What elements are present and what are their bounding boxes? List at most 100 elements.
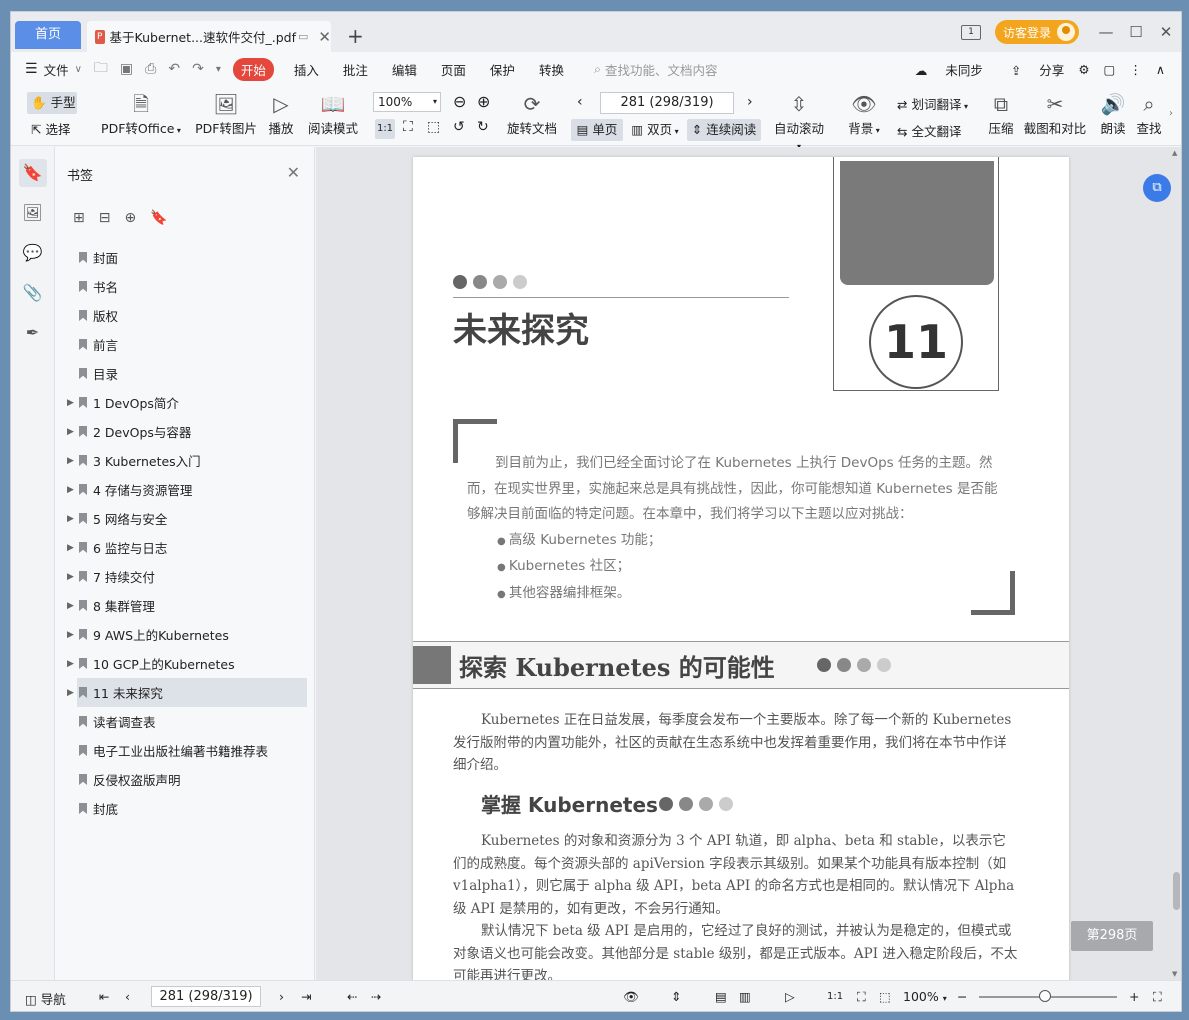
home-tab[interactable]: 首页: [15, 21, 81, 49]
status-page-input[interactable]: 281 (298/319): [151, 986, 261, 1007]
settings-gear-icon[interactable]: ⚙: [1078, 62, 1089, 77]
read-mode-button[interactable]: 📖 阅读模式: [307, 92, 359, 137]
bookmark-item[interactable]: ▶ 3 Kubernetes入门: [55, 446, 315, 475]
thumbnail-panel-icon[interactable]: 🖼: [19, 199, 47, 227]
bookmark-item[interactable]: 版权: [55, 301, 315, 330]
minimize-icon[interactable]: —: [1091, 23, 1121, 41]
vertical-scrollbar[interactable]: ▲ ▼: [1171, 147, 1181, 980]
bookmark-item[interactable]: ▶ 7 持续交付: [55, 562, 315, 591]
bookmark-item[interactable]: ▶ 5 网络与安全: [55, 504, 315, 533]
auto-scroll-button[interactable]: ⇳ 自动滚动 ▾: [771, 92, 827, 152]
double-page-button[interactable]: ▥ 双页 ▾: [627, 119, 683, 141]
window-layout-icon[interactable]: 1: [960, 24, 981, 40]
expand-arrow-icon[interactable]: ▶: [67, 456, 74, 466]
back-icon[interactable]: ⇠: [347, 989, 357, 1004]
bookmark-item[interactable]: ▶ 10 GCP上的Kubernetes: [55, 649, 315, 678]
close-tab-icon[interactable]: ✕: [318, 28, 331, 46]
menu-edit[interactable]: 编辑: [392, 60, 417, 79]
hamburger-menu-icon[interactable]: ☰: [25, 61, 38, 77]
word-translate-button[interactable]: ⇄ 划词翻译 ▾: [897, 94, 968, 113]
rotate-right-icon[interactable]: ↻: [477, 119, 489, 135]
attachment-panel-icon[interactable]: 📎: [19, 279, 47, 307]
ribbon-scroll-right-icon[interactable]: ›: [1169, 108, 1173, 119]
bookmark-item[interactable]: 反侵权盗版声明: [55, 765, 315, 794]
single-page-button[interactable]: ▤ 单页: [571, 119, 623, 141]
compress-button[interactable]: ⧉ 压缩: [987, 92, 1015, 137]
fit-page-icon[interactable]: ⛶: [403, 119, 413, 135]
bookmark-item[interactable]: 电子工业出版社编著书籍推荐表: [55, 736, 315, 765]
zoom-slider-knob[interactable]: [1039, 990, 1051, 1002]
save-icon[interactable]: ▣: [120, 61, 133, 77]
sync-status[interactable]: ☁ 未同步: [901, 60, 983, 79]
read-aloud-button[interactable]: 🔊 朗读: [1099, 92, 1127, 137]
fit-width-icon[interactable]: ⬚: [427, 119, 440, 135]
nav-button[interactable]: ◫ 导航: [25, 989, 66, 1008]
next-page-icon[interactable]: ›: [747, 94, 753, 110]
scroll-down-icon[interactable]: ▼: [1172, 970, 1177, 978]
fullscreen-icon[interactable]: ⛶: [1153, 989, 1162, 1005]
zoom-in-icon[interactable]: ⊕: [477, 92, 490, 111]
menu-protect[interactable]: 保护: [490, 60, 515, 79]
bookmark-item[interactable]: 前言: [55, 330, 315, 359]
menu-page[interactable]: 页面: [441, 60, 466, 79]
fit-width-mode-icon[interactable]: ⬚: [879, 989, 891, 1004]
bookmark-item[interactable]: 书名: [55, 272, 315, 301]
status-zoom[interactable]: 100% ▾: [903, 989, 947, 1004]
first-page-icon[interactable]: ⇤: [99, 989, 109, 1004]
zoom-out-icon[interactable]: ⊖: [453, 92, 466, 111]
bookmark-item[interactable]: 封面: [55, 243, 315, 272]
comment-panel-icon[interactable]: 💬: [19, 239, 47, 267]
expand-arrow-icon[interactable]: ▶: [67, 543, 74, 553]
add-bookmark-icon[interactable]: ⊕: [124, 210, 136, 226]
bookmark-item[interactable]: 目录: [55, 359, 315, 388]
select-tool-button[interactable]: ⇱ 选择: [31, 119, 70, 141]
eye-protect-icon[interactable]: 👁: [623, 989, 639, 1005]
find-button[interactable]: ⌕ 查找: [1135, 92, 1163, 137]
menu-insert[interactable]: 插入: [294, 60, 319, 79]
expand-arrow-icon[interactable]: ▶: [67, 659, 74, 669]
scroll-up-icon[interactable]: ▲: [1172, 149, 1177, 157]
last-page-icon[interactable]: ⇥: [301, 989, 311, 1004]
expand-arrow-icon[interactable]: ▶: [67, 514, 74, 524]
screenshot-compare-button[interactable]: ✂ 截图和对比: [1023, 92, 1087, 137]
play-mode-icon[interactable]: ▷: [785, 989, 795, 1004]
hand-tool-button[interactable]: ✋ 手型: [27, 92, 77, 114]
expand-arrow-icon[interactable]: ▶: [67, 630, 74, 640]
menu-convert[interactable]: 转换: [539, 60, 564, 79]
forward-icon[interactable]: ⇢: [371, 989, 381, 1004]
collapse-ribbon-icon[interactable]: ∧: [1156, 62, 1165, 77]
zoom-in-icon[interactable]: +: [1129, 989, 1139, 1004]
actual-size-icon[interactable]: 1:1: [375, 119, 395, 139]
expand-arrow-icon[interactable]: ▶: [67, 572, 74, 582]
bookmark-icon[interactable]: 🔖: [150, 210, 167, 226]
open-folder-icon[interactable]: 🗀: [94, 57, 108, 81]
document-viewer[interactable]: 11 未来探究 到目前为止，我们已经全面讨论了在 Kubernetes 上执行 …: [316, 147, 1181, 980]
page-number-input[interactable]: 281 (298/319): [600, 92, 734, 114]
bookmark-item[interactable]: 读者调查表: [55, 707, 315, 736]
fit-page-mode-icon[interactable]: ⛶: [857, 989, 866, 1005]
continuous-mode-icon[interactable]: ⇕: [671, 989, 681, 1004]
share-button[interactable]: ⇪ 分享: [997, 60, 1064, 79]
bookmark-item[interactable]: ▶ 9 AWS上的Kubernetes: [55, 620, 315, 649]
bookmark-item[interactable]: ▶ 1 DevOps简介: [55, 388, 315, 417]
more-icon[interactable]: ⋮: [1129, 62, 1142, 77]
single-page-mode-icon[interactable]: ▤: [715, 989, 727, 1004]
bookmark-item[interactable]: ▶ 8 集群管理: [55, 591, 315, 620]
zoom-slider[interactable]: [979, 990, 1117, 1002]
bookmark-item[interactable]: ▶ 2 DevOps与容器: [55, 417, 315, 446]
redo-icon[interactable]: ↷: [192, 61, 204, 77]
maximize-icon[interactable]: ☐: [1121, 23, 1151, 41]
play-button[interactable]: ▷ 播放: [267, 92, 295, 137]
zoom-input[interactable]: 100% ▾: [373, 92, 441, 112]
expand-arrow-icon[interactable]: ▶: [67, 601, 74, 611]
rotate-left-icon[interactable]: ↺: [453, 119, 465, 135]
monitor-icon[interactable]: ▭: [298, 30, 308, 43]
close-panel-icon[interactable]: ✕: [287, 163, 300, 182]
close-window-icon[interactable]: ✕: [1151, 23, 1181, 41]
pdf-to-office-button[interactable]: 🗎 PDF转Office ▾: [101, 92, 181, 137]
bookmark-item[interactable]: ▶ 11 未来探究: [67, 678, 307, 707]
background-button[interactable]: 👁 背景 ▾: [847, 92, 881, 137]
expand-arrow-icon[interactable]: ▶: [67, 688, 74, 698]
menu-file[interactable]: 文件: [44, 60, 69, 79]
signature-panel-icon[interactable]: ✒: [19, 319, 47, 347]
